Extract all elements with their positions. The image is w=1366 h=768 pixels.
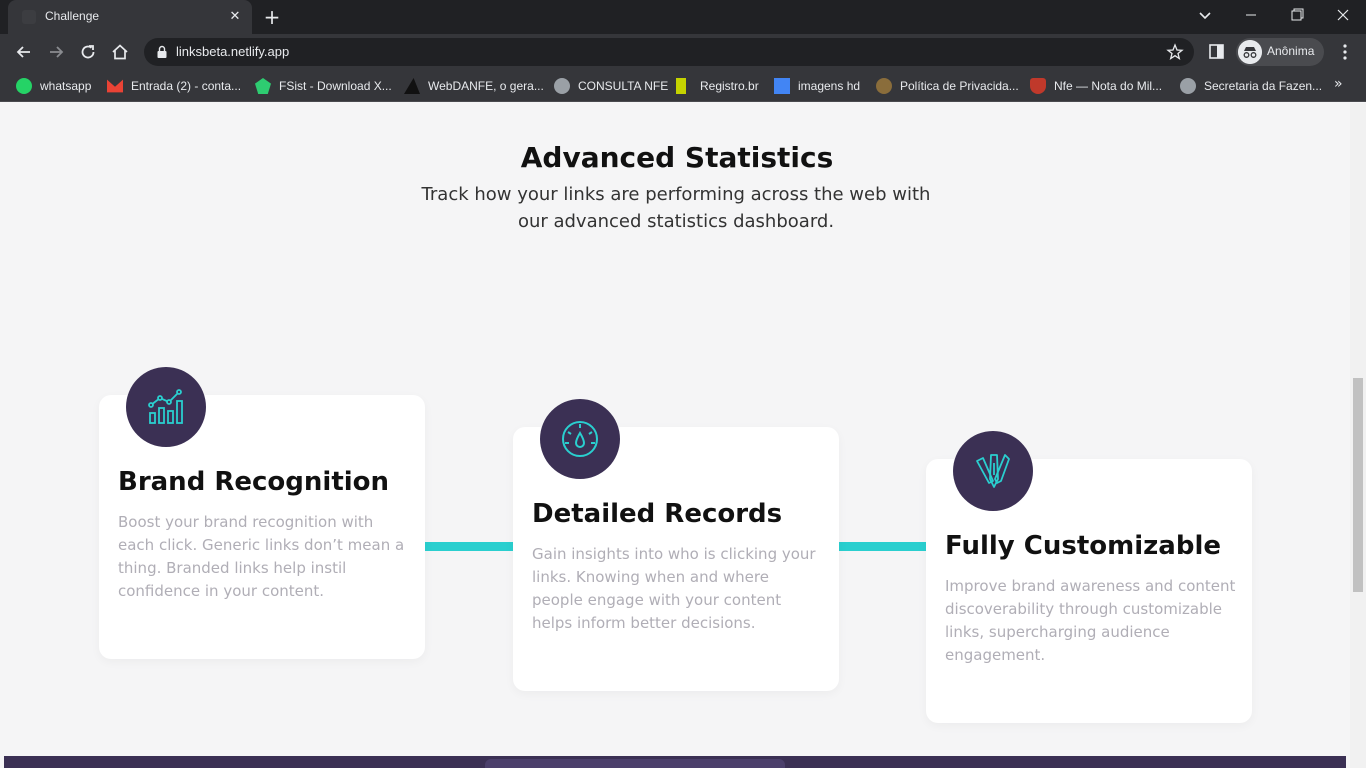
bookmarks-bar: whatsapp Entrada (2) - conta... FSist - … [0, 70, 1366, 102]
tab-title: Challenge [45, 9, 100, 23]
gauge-icon [562, 421, 598, 457]
bookmark-whatsapp[interactable]: whatsapp [16, 76, 91, 96]
feature-card-detailed-records: Detailed Records Gain insights into who … [513, 399, 839, 691]
whatsapp-icon [16, 78, 32, 94]
browser-tab[interactable]: Challenge ✕ [8, 0, 252, 34]
scrollbar-thumb[interactable] [1353, 378, 1363, 592]
window-close-button[interactable] [1320, 0, 1366, 30]
card-description: Boost your brand recognition with each c… [118, 513, 405, 600]
card-title: Brand Recognition [118, 467, 390, 497]
profile-label: Anônima [1267, 44, 1315, 58]
nfe-icon [1030, 78, 1046, 94]
side-panel-icon[interactable] [1208, 43, 1226, 61]
bookmark-nfe-milhao[interactable]: Nfe — Nota do Mil... [1030, 76, 1162, 96]
lock-icon[interactable] [156, 45, 168, 59]
browser-tab-strip: Challenge ✕ + [0, 0, 1366, 34]
card-title: Detailed Records [532, 499, 783, 529]
incognito-profile-button[interactable]: Anônima [1236, 38, 1324, 66]
bookmark-consulta-nfe[interactable]: CONSULTA NFE [554, 76, 668, 96]
boost-section-highlight [485, 759, 785, 768]
section-subtitle: Track how your links are performing acro… [421, 184, 931, 232]
card-description: Improve brand awareness and content disc… [945, 577, 1236, 664]
forward-arrow-icon[interactable] [45, 41, 67, 63]
chart-icon [148, 389, 183, 424]
feature-card-fully-customizable: Fully Customizable Improve brand awarene… [926, 431, 1252, 723]
bookmark-registro[interactable]: Registro.br [676, 76, 759, 96]
bookmark-imagens-hd[interactable]: imagens hd [774, 76, 860, 96]
bookmarks-overflow-chevron-icon[interactable]: » [1334, 76, 1343, 92]
tab-close-icon[interactable]: ✕ [226, 8, 244, 26]
feature-card-brand-recognition: Brand Recognition Boost your brand recog… [99, 367, 425, 659]
tab-search-chevron-icon[interactable] [1196, 6, 1214, 24]
webdanfe-icon [404, 78, 420, 94]
bookmark-gmail[interactable]: Entrada (2) - conta... [107, 76, 241, 96]
browser-menu-icon[interactable] [1338, 42, 1352, 62]
imagens-icon [774, 78, 790, 94]
card-description: Gain insights into who is clicking your … [532, 545, 816, 632]
privacy-icon [876, 78, 892, 94]
tab-favicon-icon [22, 10, 36, 24]
brush-pen-icon [976, 454, 1010, 488]
globe-icon [1180, 78, 1196, 94]
reload-icon[interactable] [77, 41, 99, 63]
page-scrollbar[interactable] [1350, 103, 1366, 768]
bookmark-star-icon[interactable] [1166, 43, 1184, 61]
home-icon[interactable] [109, 41, 131, 63]
card-title: Fully Customizable [945, 531, 1221, 561]
new-tab-button[interactable]: + [262, 6, 282, 28]
feature-icon-circle [953, 431, 1033, 511]
page-viewport: Advanced Statistics Track how your links… [0, 103, 1350, 768]
address-bar[interactable]: linksbeta.netlify.app [144, 38, 1194, 66]
gmail-icon [107, 79, 123, 93]
incognito-icon [1238, 40, 1262, 64]
section-title: Advanced Statistics [520, 141, 834, 174]
bookmark-secretaria-fazenda[interactable]: Secretaria da Fazen... [1180, 76, 1322, 96]
feature-icon-circle [540, 399, 620, 479]
browser-toolbar: linksbeta.netlify.app Anônima [0, 34, 1366, 70]
window-minimize-button[interactable] [1228, 0, 1274, 30]
back-arrow-icon[interactable] [13, 41, 35, 63]
globe-icon [554, 78, 570, 94]
bookmark-privacy[interactable]: Política de Privacida... [876, 76, 1019, 96]
feature-icon-circle [126, 367, 206, 447]
window-restore-button[interactable] [1274, 0, 1320, 30]
registro-icon [676, 78, 686, 94]
bookmark-webdanfe[interactable]: WebDANFE, o gera... [404, 76, 544, 96]
bookmark-fsist[interactable]: FSist - Download X... [255, 76, 392, 96]
url-text: linksbeta.netlify.app [176, 44, 290, 59]
fsist-icon [255, 78, 271, 94]
